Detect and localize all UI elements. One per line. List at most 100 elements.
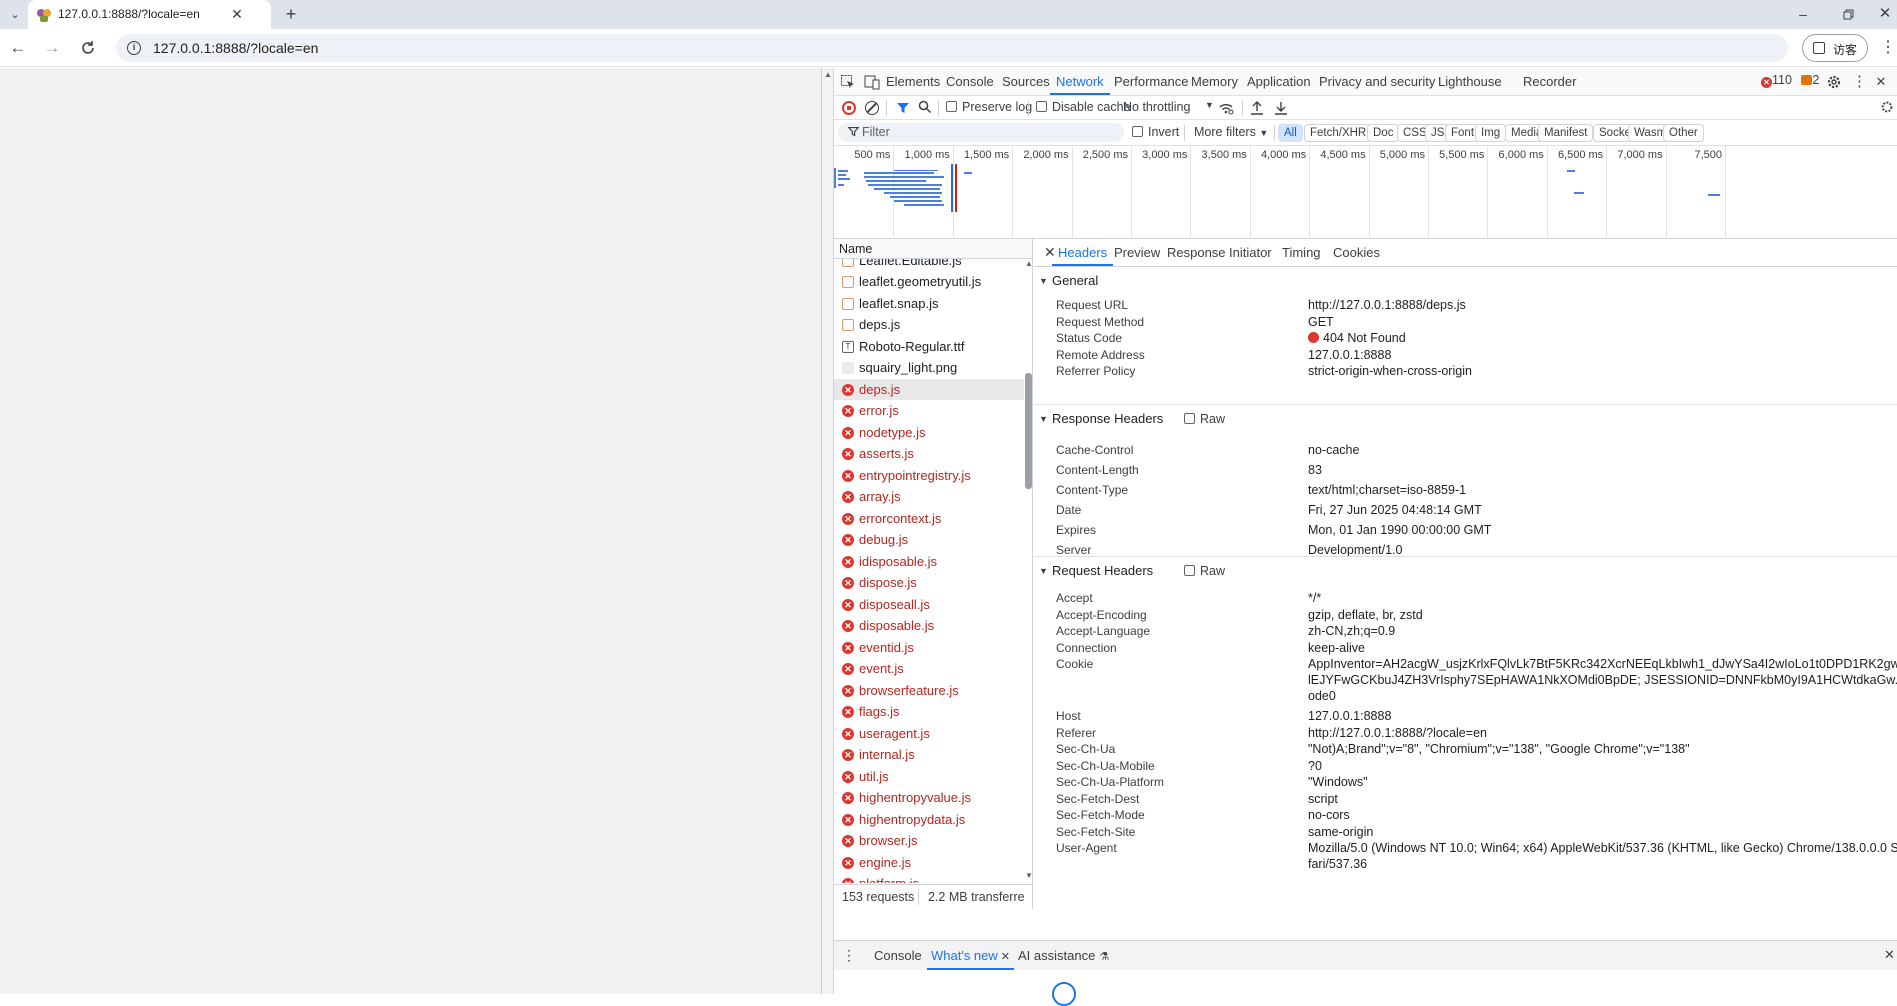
settings-gear-icon[interactable] xyxy=(1826,74,1842,90)
restore-button[interactable] xyxy=(1838,5,1858,25)
tab-performance[interactable]: Performance xyxy=(1114,68,1188,95)
request-row[interactable]: ✕ platform.js xyxy=(834,873,1024,883)
close-tab-icon[interactable]: ✕ xyxy=(228,5,246,23)
request-row[interactable]: ✕ flags.js xyxy=(834,701,1024,722)
tab-recorder[interactable]: Recorder xyxy=(1523,68,1576,95)
tab-network[interactable]: Network xyxy=(1050,68,1110,95)
request-row[interactable]: leaflet.geometryutil.js xyxy=(834,271,1024,292)
request-row[interactable]: T Roboto-Regular.ttf xyxy=(834,336,1024,357)
request-row[interactable]: ✕ browser.js xyxy=(834,830,1024,851)
clear-icon[interactable] xyxy=(865,101,879,115)
tab-console[interactable]: Console xyxy=(946,68,994,95)
back-arrow-icon[interactable]: ← xyxy=(8,38,28,58)
detail-tab-initiator[interactable]: Initiator xyxy=(1223,239,1278,266)
raw-checkbox[interactable]: Raw xyxy=(1184,557,1225,585)
new-tab-button[interactable]: + xyxy=(280,3,302,25)
request-row[interactable]: ✕ array.js xyxy=(834,486,1024,507)
close-devtools-icon[interactable]: ✕ xyxy=(1874,73,1888,91)
request-row[interactable]: ✕ deps.js xyxy=(834,378,1024,400)
detail-tab-preview[interactable]: Preview xyxy=(1108,239,1166,266)
request-row[interactable]: ✕ asserts.js xyxy=(834,443,1024,464)
request-list-scrollbar[interactable]: ▲ ▼ xyxy=(1024,259,1032,883)
guest-profile-button[interactable]: 访客 xyxy=(1802,34,1868,62)
general-section-header[interactable]: ▼ General xyxy=(1034,267,1897,295)
request-row[interactable]: ✕ disposeall.js xyxy=(834,594,1024,615)
network-conditions-icon[interactable] xyxy=(1218,100,1234,116)
filter-type-doc[interactable]: Doc xyxy=(1367,124,1400,142)
tab-memory[interactable]: Memory xyxy=(1191,68,1238,95)
request-row[interactable]: ✕ browserfeature.js xyxy=(834,680,1024,701)
detail-tab-cookies[interactable]: Cookies xyxy=(1327,239,1386,266)
scrollbar-thumb[interactable] xyxy=(1025,373,1032,489)
devtools-menu-icon[interactable]: ⋮ xyxy=(1852,73,1867,91)
request-row[interactable]: leaflet.snap.js xyxy=(834,293,1024,314)
detail-tab-headers[interactable]: Headers xyxy=(1052,239,1114,266)
tab-lighthouse[interactable]: Lighthouse xyxy=(1438,68,1502,95)
filter-type-other[interactable]: Other xyxy=(1663,124,1704,142)
scroll-up-arrow-icon[interactable]: ▲ xyxy=(1025,259,1032,268)
list-item[interactable]: Leaflet.Editable.js xyxy=(834,259,1024,271)
filter-type-all[interactable]: All xyxy=(1278,124,1303,142)
filter-funnel-icon[interactable] xyxy=(896,101,910,115)
reload-icon[interactable] xyxy=(78,38,98,58)
request-row[interactable]: ✕ errorcontext.js xyxy=(834,508,1024,529)
tab-privacy-and-security[interactable]: Privacy and security xyxy=(1319,68,1435,95)
request-row[interactable]: deps.js xyxy=(834,314,1024,335)
throttling-select[interactable]: No throttling ▼ xyxy=(1123,100,1214,114)
device-toolbar-icon[interactable] xyxy=(864,74,880,90)
request-row[interactable]: ✕ idisposable.js xyxy=(834,551,1024,572)
scroll-down-arrow-icon[interactable]: ▼ xyxy=(1025,871,1032,880)
request-row[interactable]: ✕ nodetype.js xyxy=(834,422,1024,443)
omnibox[interactable]: i 127.0.0.1:8888/?locale=en xyxy=(116,34,1788,62)
response-headers-section-header[interactable]: ▼ Response Headers Raw xyxy=(1034,404,1897,432)
tab-elements[interactable]: Elements xyxy=(886,68,940,95)
request-row[interactable]: ✕ engine.js xyxy=(834,852,1024,873)
request-row[interactable]: ✕ error.js xyxy=(834,400,1024,421)
drawer-menu-icon[interactable]: ⋮ xyxy=(842,947,856,963)
request-row[interactable]: squairy_light.png xyxy=(834,357,1024,378)
disable-cache-checkbox[interactable]: Disable cache xyxy=(1036,100,1131,114)
request-row[interactable]: ✕ internal.js xyxy=(834,744,1024,765)
request-row[interactable]: ✕ entrypointregistry.js xyxy=(834,465,1024,486)
scroll-up-arrow-icon[interactable]: ▲ xyxy=(824,70,832,79)
tab-sources[interactable]: Sources xyxy=(1002,68,1050,95)
request-row[interactable]: ✕ event.js xyxy=(834,658,1024,679)
close-window-button[interactable]: ✕ xyxy=(1875,4,1895,24)
name-column-header[interactable]: Name xyxy=(834,239,1032,259)
close-drawer-icon[interactable]: ✕ xyxy=(1884,947,1895,963)
filter-type-manifest[interactable]: Manifest xyxy=(1538,124,1594,142)
request-row[interactable]: ✕ highentropydata.js xyxy=(834,809,1024,830)
request-headers-section-header[interactable]: ▼ Request Headers Raw xyxy=(1034,556,1897,584)
drawer-tab-what-s-new[interactable]: What's new ✕ xyxy=(927,941,1015,970)
request-row[interactable]: ✕ highentropyvalue.js xyxy=(834,787,1024,808)
drawer-tab-ai-assistance[interactable]: AI assistance ⚗ xyxy=(1014,941,1113,970)
search-icon[interactable] xyxy=(918,100,932,114)
close-tab-icon[interactable]: ✕ xyxy=(1001,951,1010,963)
detail-tab-timing[interactable]: Timing xyxy=(1276,239,1327,266)
minimize-button[interactable]: – xyxy=(1793,4,1813,24)
import-har-icon[interactable] xyxy=(1250,100,1264,116)
request-row[interactable]: ✕ disposable.js xyxy=(834,615,1024,636)
request-row[interactable]: ✕ debug.js xyxy=(834,529,1024,550)
request-row[interactable]: ✕ eventid.js xyxy=(834,637,1024,658)
browser-menu-icon[interactable]: ⋮ xyxy=(1880,38,1896,58)
stop-recording-icon[interactable] xyxy=(842,101,856,115)
forward-arrow-icon[interactable]: → xyxy=(42,38,62,58)
request-row[interactable]: ✕ useragent.js xyxy=(834,723,1024,744)
site-info-icon[interactable]: i xyxy=(127,41,141,55)
browser-tab[interactable]: 127.0.0.1:8888/?locale=en ✕ xyxy=(28,0,271,29)
error-counter[interactable]: ✕ 110 2 xyxy=(1761,73,1819,88)
request-row[interactable]: ✕ util.js xyxy=(834,766,1024,787)
inspect-element-icon[interactable] xyxy=(840,74,856,90)
request-row[interactable]: ✕ dispose.js xyxy=(834,572,1024,593)
preserve-log-checkbox[interactable]: Preserve log xyxy=(946,100,1032,114)
export-har-icon[interactable] xyxy=(1274,100,1288,116)
drawer-tab-console[interactable]: Console xyxy=(870,941,926,970)
raw-checkbox[interactable]: Raw xyxy=(1184,405,1225,433)
tab-application[interactable]: Application xyxy=(1247,68,1311,95)
devtools-resize-handle[interactable]: ▲ xyxy=(822,68,834,994)
filter-type-fetchxhr[interactable]: Fetch/XHR xyxy=(1304,124,1373,142)
network-settings-icon[interactable] xyxy=(1880,100,1894,114)
filter-type-img[interactable]: Img xyxy=(1475,124,1507,142)
detail-tab-response[interactable]: Response xyxy=(1161,239,1232,266)
